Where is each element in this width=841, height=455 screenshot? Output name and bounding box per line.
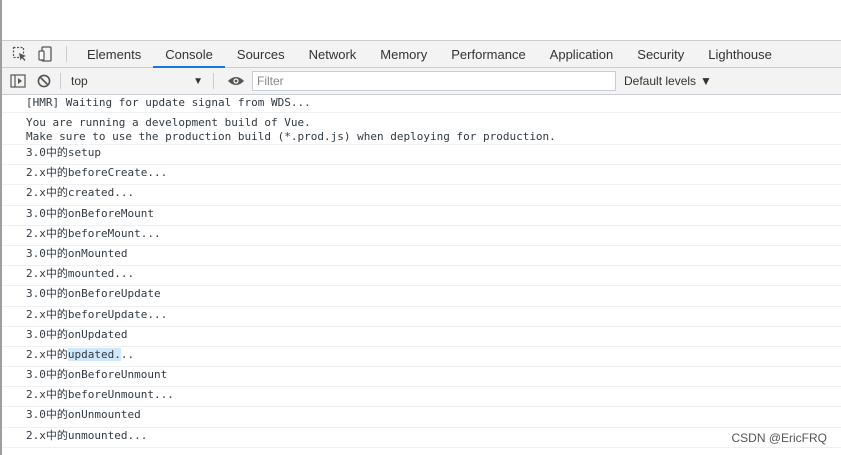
console-messages: [HMR] Waiting for update signal from WDS… — [2, 95, 841, 455]
console-message: 3.0中的onUpdated — [2, 327, 841, 347]
tab-lighthouse[interactable]: Lighthouse — [696, 41, 784, 68]
tab-console[interactable]: Console — [153, 40, 225, 68]
console-message: You are running a development build of V… — [2, 113, 841, 145]
page-area — [2, 0, 841, 40]
console-message: 2.x中的beforeMount... — [2, 226, 841, 246]
console-message: 3.0中的setup — [2, 145, 841, 166]
console-message: [HMR] Waiting for update signal from WDS… — [2, 95, 841, 113]
context-value: top — [71, 74, 88, 88]
message-prefix: 2.x中的 — [26, 347, 68, 361]
message-suffix: .. — [120, 347, 135, 361]
tab-network[interactable]: Network — [297, 41, 369, 68]
live-expression-icon[interactable] — [226, 71, 246, 91]
console-message-line: You are running a development build of V… — [26, 116, 311, 129]
console-message: 2.x中的beforeCreate... — [2, 165, 841, 186]
tab-elements[interactable]: Elements — [75, 41, 153, 68]
tabbar-separator — [66, 46, 67, 62]
watermark: CSDN @EricFRQ — [731, 431, 827, 445]
device-toggle-icon[interactable] — [36, 44, 56, 64]
toolbar-separator — [213, 73, 214, 89]
levels-dropdown[interactable]: Default levels ▼ — [624, 74, 712, 88]
dropdown-arrow-icon: ▼ — [193, 75, 203, 87]
tab-sources[interactable]: Sources — [225, 41, 297, 68]
console-message: 2.x中的created... — [2, 185, 841, 206]
devtools-tabbar: Elements Console Sources Network Memory … — [2, 40, 841, 68]
console-message: 3.0中的onBeforeUpdate — [2, 286, 841, 307]
console-message: 2.x中的beforeUpdate... — [2, 307, 841, 327]
console-message: 2.x中的updated... — [2, 347, 841, 368]
console-message: 3.0中的onMounted — [2, 246, 841, 267]
inspect-element-icon[interactable] — [10, 44, 30, 64]
tab-application[interactable]: Application — [538, 41, 626, 68]
tab-memory[interactable]: Memory — [368, 41, 439, 68]
console-message: 2.x中的mounted... — [2, 266, 841, 287]
sidebar-toggle-icon[interactable] — [8, 71, 28, 91]
console-message: 2.x中的beforeUnmount... — [2, 387, 841, 408]
tab-performance[interactable]: Performance — [439, 41, 537, 68]
console-message: 3.0中的onUnmounted — [2, 407, 841, 428]
context-selector[interactable]: top ▼ — [67, 71, 207, 91]
levels-label: Default levels — [624, 74, 697, 88]
console-message-line: Make sure to use the production build (*… — [26, 130, 556, 143]
clear-console-icon[interactable] — [34, 71, 54, 91]
tab-security[interactable]: Security — [625, 41, 696, 68]
console-message: 3.0中的onBeforeUnmount — [2, 367, 841, 388]
selected-text: updated. — [67, 347, 121, 361]
console-toolbar: top ▼ Default levels ▼ — [2, 68, 841, 95]
toolbar-separator — [60, 73, 61, 89]
console-message: 2.x中的unmounted... — [2, 428, 841, 448]
dropdown-arrow-icon: ▼ — [700, 74, 712, 88]
filter-input[interactable] — [252, 71, 616, 91]
console-message: 3.0中的onBeforeMount — [2, 206, 841, 226]
